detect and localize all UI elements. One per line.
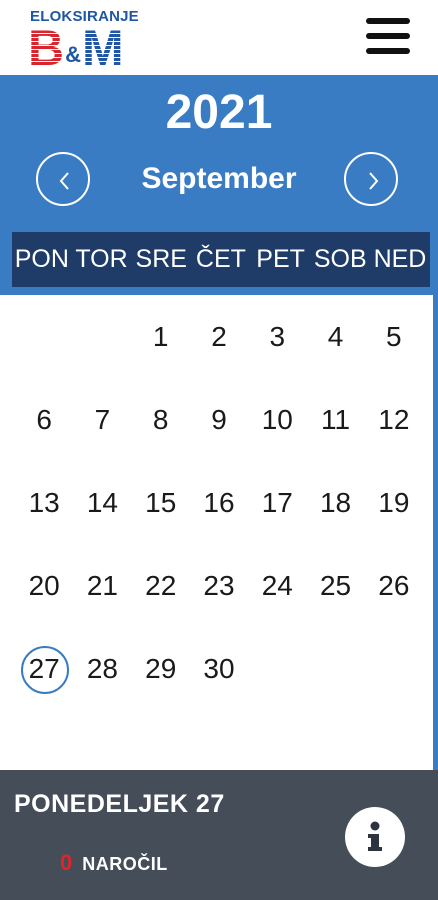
day-cell bbox=[248, 646, 306, 692]
day-cell[interactable]: 22 bbox=[132, 563, 190, 609]
day-cell bbox=[15, 314, 73, 360]
day-cell[interactable]: 6 bbox=[15, 397, 73, 443]
day-cell[interactable]: 18 bbox=[306, 480, 364, 526]
weekday-label: PON bbox=[14, 245, 69, 273]
day-cell[interactable]: 11 bbox=[306, 397, 364, 443]
weekday-label: NED bbox=[373, 245, 427, 273]
day-cell bbox=[365, 646, 423, 692]
day-cell[interactable]: 24 bbox=[248, 563, 306, 609]
info-icon bbox=[368, 821, 382, 851]
week-row: 6 7 8 9 10 11 12 bbox=[15, 378, 423, 461]
selected-day-label: PONEDELJEK 27 bbox=[14, 790, 225, 818]
day-cell[interactable]: 10 bbox=[248, 397, 306, 443]
weekday-label: SRE bbox=[135, 245, 187, 273]
hamburger-menu-icon[interactable] bbox=[366, 18, 412, 58]
day-cell[interactable]: 16 bbox=[190, 480, 248, 526]
day-summary-panel: PONEDELJEK 27 0 NAROČIL bbox=[0, 770, 438, 900]
calendar-grid: 1 2 3 4 5 6 7 8 9 10 11 12 13 14 15 16 1… bbox=[15, 295, 423, 710]
day-cell[interactable]: 23 bbox=[190, 563, 248, 609]
logo-ampersand: & bbox=[65, 42, 81, 67]
weekday-label: PET bbox=[256, 245, 305, 273]
day-cell[interactable]: 2 bbox=[190, 314, 248, 360]
week-row: 20 21 22 23 24 25 26 bbox=[15, 544, 423, 627]
week-row: 1 2 3 4 5 bbox=[15, 295, 423, 378]
calendar-header: 2021 September PON TOR SRE ČET PET SOB N… bbox=[0, 75, 438, 295]
info-button[interactable] bbox=[345, 807, 405, 867]
chevron-right-icon bbox=[369, 172, 379, 190]
day-cell[interactable]: 15 bbox=[132, 480, 190, 526]
day-cell[interactable]: 17 bbox=[248, 480, 306, 526]
orders-label: NAROČIL bbox=[82, 854, 168, 874]
day-cell[interactable]: 29 bbox=[132, 646, 190, 692]
day-cell[interactable]: 26 bbox=[365, 563, 423, 609]
brand-logo[interactable]: ELOKSIRANJE B & M bbox=[28, 8, 150, 76]
logo-letter-b: B bbox=[28, 20, 65, 76]
day-cell[interactable]: 7 bbox=[73, 397, 131, 443]
orders-summary: 0 NAROČIL bbox=[60, 850, 168, 876]
year-label: 2021 bbox=[165, 86, 273, 139]
day-cell[interactable]: 1 bbox=[132, 314, 190, 360]
day-cell[interactable]: 28 bbox=[73, 646, 131, 692]
logo-wordmark: B & M bbox=[28, 20, 150, 76]
day-cell[interactable]: 8 bbox=[132, 397, 190, 443]
logo-letter-m: M bbox=[82, 20, 124, 76]
weekday-label: TOR bbox=[75, 245, 128, 273]
app-header: ELOKSIRANJE B & M bbox=[0, 0, 438, 75]
day-cell[interactable]: 21 bbox=[73, 563, 131, 609]
day-cell[interactable]: 30 bbox=[190, 646, 248, 692]
day-cell[interactable]: 19 bbox=[365, 480, 423, 526]
weekday-label: SOB bbox=[313, 245, 367, 273]
day-cell[interactable]: 12 bbox=[365, 397, 423, 443]
day-cell bbox=[306, 646, 364, 692]
orders-count: 0 bbox=[60, 850, 73, 875]
next-month-button[interactable] bbox=[344, 152, 398, 206]
day-cell[interactable]: 14 bbox=[73, 480, 131, 526]
day-cell bbox=[73, 314, 131, 360]
week-row: 13 14 15 16 17 18 19 bbox=[15, 461, 423, 544]
day-cell[interactable]: 4 bbox=[306, 314, 364, 360]
day-cell[interactable]: 9 bbox=[190, 397, 248, 443]
day-cell-today[interactable]: 27 bbox=[15, 645, 73, 694]
day-cell[interactable]: 3 bbox=[248, 314, 306, 360]
day-cell[interactable]: 5 bbox=[365, 314, 423, 360]
day-cell[interactable]: 25 bbox=[306, 563, 364, 609]
day-cell[interactable]: 20 bbox=[15, 563, 73, 609]
side-accent-bar bbox=[433, 295, 438, 770]
day-cell[interactable]: 13 bbox=[15, 480, 73, 526]
weekday-label: ČET bbox=[195, 245, 246, 273]
week-row: 27 28 29 30 bbox=[15, 627, 423, 710]
weekday-bar: PON TOR SRE ČET PET SOB NED bbox=[12, 232, 430, 287]
